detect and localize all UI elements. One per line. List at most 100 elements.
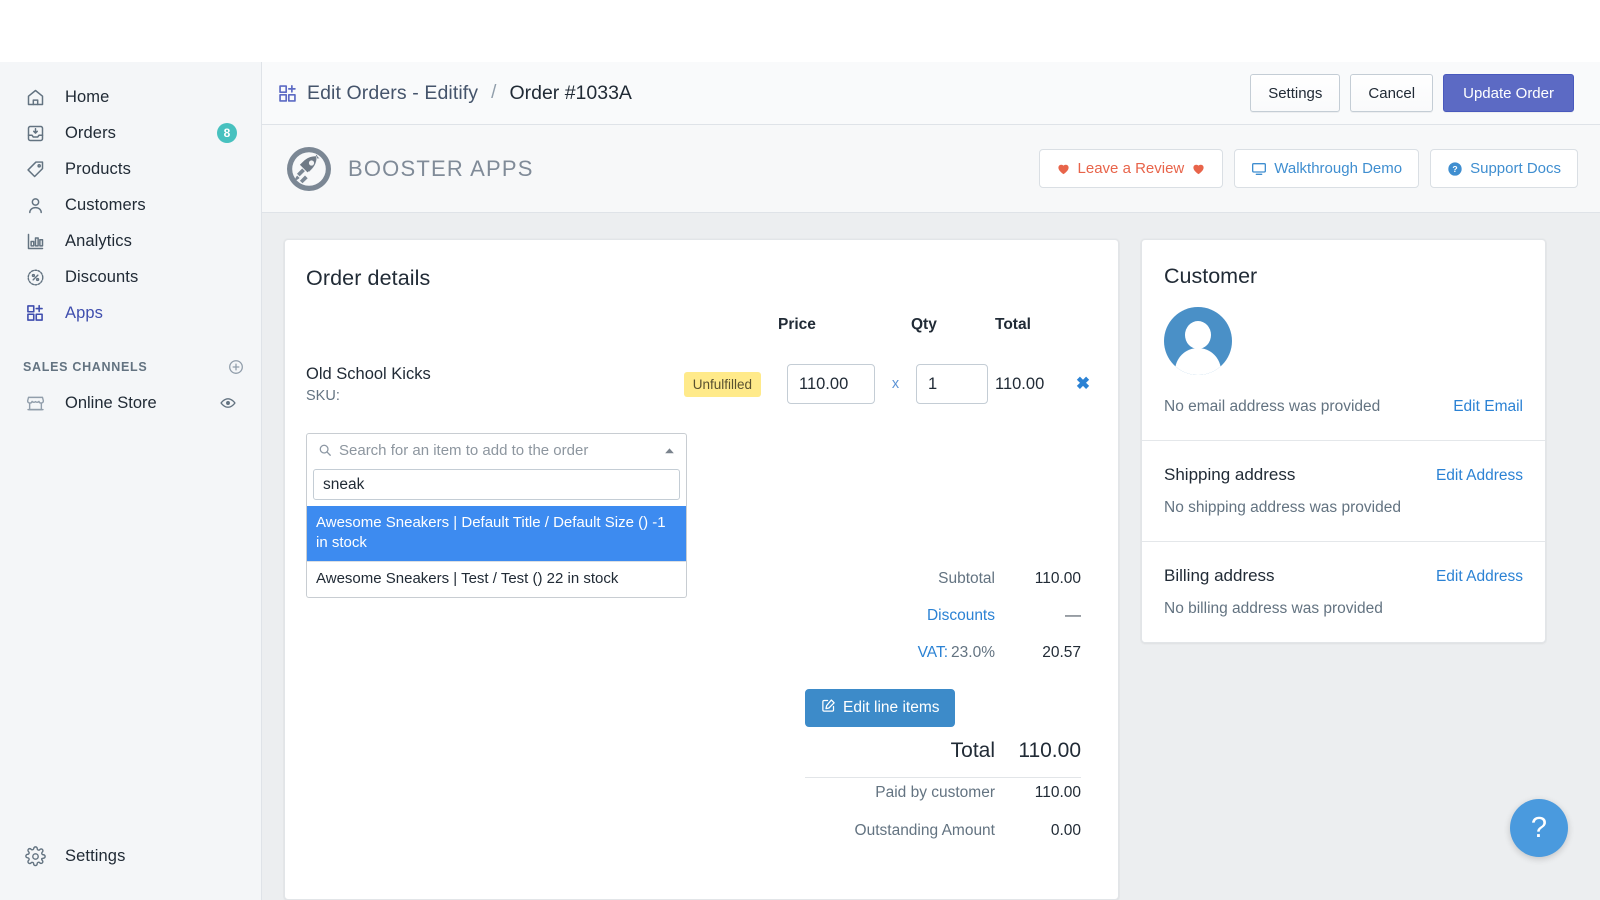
- column-header-price: Price: [778, 316, 816, 333]
- avatar-head: [1185, 321, 1211, 349]
- content-area: Order details Price Qty Total Old School…: [262, 213, 1600, 900]
- add-item-search: Search for an item to add to the order A…: [306, 433, 687, 599]
- shipping-address-text: No shipping address was provided: [1164, 499, 1401, 516]
- walkthrough-demo-button[interactable]: Walkthrough Demo: [1234, 149, 1420, 188]
- sidebar: Home Orders 8 Products Customers Analyti…: [0, 62, 262, 900]
- column-header-qty: Qty: [911, 316, 937, 333]
- app-root: Home Orders 8 Products Customers Analyti…: [0, 0, 1600, 900]
- sidebar-item-apps[interactable]: Apps: [8, 295, 253, 331]
- support-docs-label: Support Docs: [1470, 160, 1561, 177]
- app-topbar: Edit Orders - Editify / Order #1033A Set…: [262, 62, 1600, 125]
- add-sales-channel-icon[interactable]: [227, 358, 245, 376]
- person-icon: [23, 193, 47, 217]
- sidebar-item-label: Settings: [65, 846, 126, 865]
- leave-a-review-button[interactable]: Leave a Review: [1038, 149, 1224, 188]
- subtotal-label: Subtotal: [938, 570, 995, 587]
- line-item-row: Old School Kicks SKU: Unfulfilled x 110.…: [306, 360, 1096, 408]
- sidebar-item-settings[interactable]: Settings: [8, 838, 253, 874]
- cancel-button[interactable]: Cancel: [1350, 74, 1434, 112]
- question-circle-icon: ?: [1447, 161, 1463, 177]
- search-result-option[interactable]: Awesome Sneakers | Default Title / Defau…: [307, 506, 686, 562]
- vat-label-text: VAT:: [917, 644, 949, 661]
- breadcrumb-app-name[interactable]: Edit Orders - Editify: [307, 82, 478, 105]
- line-item-qty-input[interactable]: [916, 364, 988, 404]
- edit-line-items-wrap: Edit line items: [805, 689, 1081, 727]
- search-input[interactable]: [313, 469, 680, 500]
- column-header-total: Total: [995, 316, 1031, 333]
- orders-count-badge: 8: [217, 123, 237, 143]
- sidebar-item-online-store[interactable]: Online Store: [8, 385, 253, 421]
- line-item-price-input[interactable]: [787, 364, 875, 404]
- browser-chrome-band: [0, 0, 1600, 62]
- sidebar-item-label: Products: [65, 159, 131, 178]
- shipping-address-body: No shipping address was provided: [1164, 499, 1523, 517]
- avatar: [1164, 307, 1232, 375]
- apps-grid-plus-icon: [277, 83, 298, 104]
- sidebar-item-analytics[interactable]: Analytics: [8, 223, 253, 259]
- billing-address-text: No billing address was provided: [1164, 600, 1383, 617]
- svg-text:?: ?: [1452, 164, 1457, 174]
- sales-channels-header: SALES CHANNELS: [23, 353, 245, 381]
- monitor-icon: [1251, 161, 1267, 177]
- paid-by-customer-value: 110.00: [1034, 784, 1081, 801]
- line-item-total: 110.00: [995, 374, 1045, 393]
- customer-section: Customer No email address was provided E…: [1142, 240, 1545, 440]
- order-details-card: Order details Price Qty Total Old School…: [284, 239, 1119, 900]
- vat-row: VAT: 23.0% 20.57: [805, 644, 1081, 681]
- settings-button[interactable]: Settings: [1250, 74, 1341, 112]
- edit-line-items-button[interactable]: Edit line items: [805, 689, 956, 727]
- remove-line-item-icon[interactable]: ✖: [1070, 374, 1096, 394]
- discounts-value: —: [1065, 607, 1081, 624]
- sidebar-item-orders[interactable]: Orders 8: [8, 115, 253, 151]
- gear-icon: [23, 844, 47, 868]
- search-result-option[interactable]: Awesome Sneakers | Test / Test () 22 in …: [307, 561, 686, 597]
- line-items-column-headers: Price Qty Total: [306, 312, 1096, 334]
- sidebar-item-discounts[interactable]: Discounts: [8, 259, 253, 295]
- pencil-square-icon: [821, 698, 836, 718]
- vat-label[interactable]: VAT: 23.0%: [918, 644, 995, 662]
- customer-card: Customer No email address was provided E…: [1141, 239, 1546, 643]
- heart-icon: [1191, 161, 1206, 176]
- add-item-search-placeholder: Search for an item to add to the order: [339, 441, 589, 459]
- discounts-row: Discounts —: [805, 607, 1081, 644]
- order-details-title: Order details: [306, 266, 431, 290]
- outstanding-amount-value: 0.00: [1050, 822, 1081, 839]
- support-docs-button[interactable]: ? Support Docs: [1430, 149, 1578, 188]
- subtotal-value: 110.00: [1034, 570, 1081, 587]
- orders-inbox-icon: [23, 121, 47, 145]
- paid-by-customer-row: Paid by customer 110.00: [805, 784, 1081, 822]
- sidebar-item-label: Customers: [65, 195, 146, 214]
- bar-chart-icon: [23, 229, 47, 253]
- line-item-sku: SKU:: [306, 387, 340, 404]
- percent-badge-icon: [23, 265, 47, 289]
- shipping-address-header: Shipping address Edit Address: [1164, 465, 1523, 485]
- rocket-logo-icon: [284, 144, 334, 194]
- sidebar-item-label: Apps: [65, 303, 104, 322]
- multiply-symbol: x: [891, 376, 900, 392]
- help-button[interactable]: ?: [1510, 799, 1568, 857]
- outstanding-amount-label: Outstanding Amount: [854, 822, 995, 839]
- avatar-body: [1175, 348, 1221, 375]
- add-item-search-header[interactable]: Search for an item to add to the order: [306, 433, 687, 466]
- eye-icon[interactable]: [219, 394, 237, 412]
- vat-rate: 23.0%: [951, 644, 995, 661]
- search-results-list: Awesome Sneakers | Default Title / Defau…: [306, 506, 687, 599]
- update-order-button[interactable]: Update Order: [1443, 74, 1574, 112]
- search-icon: [318, 443, 332, 457]
- sidebar-item-home[interactable]: Home: [8, 79, 253, 115]
- discounts-link[interactable]: Discounts: [927, 607, 995, 625]
- line-item-info: Old School Kicks SKU:: [306, 364, 684, 403]
- edit-email-link[interactable]: Edit Email: [1453, 398, 1523, 416]
- edit-shipping-address-link[interactable]: Edit Address: [1436, 467, 1523, 485]
- booster-actions: Leave a Review Walkthrough Demo ? Suppor: [1038, 149, 1578, 188]
- add-item-query-wrap: [306, 466, 687, 506]
- breadcrumb: Edit Orders - Editify / Order #1033A: [277, 82, 1250, 105]
- booster-apps-bar: BOOSTER APPS Leave a Review Walkthrough …: [262, 125, 1600, 213]
- sidebar-item-label: Orders: [65, 123, 117, 142]
- sidebar-nav: Home Orders 8 Products Customers Analyti…: [0, 62, 261, 331]
- edit-billing-address-link[interactable]: Edit Address: [1436, 568, 1523, 586]
- booster-brand-name: BOOSTER APPS: [348, 155, 534, 181]
- sidebar-item-products[interactable]: Products: [8, 151, 253, 187]
- chevron-up-icon[interactable]: [663, 444, 676, 457]
- sidebar-item-customers[interactable]: Customers: [8, 187, 253, 223]
